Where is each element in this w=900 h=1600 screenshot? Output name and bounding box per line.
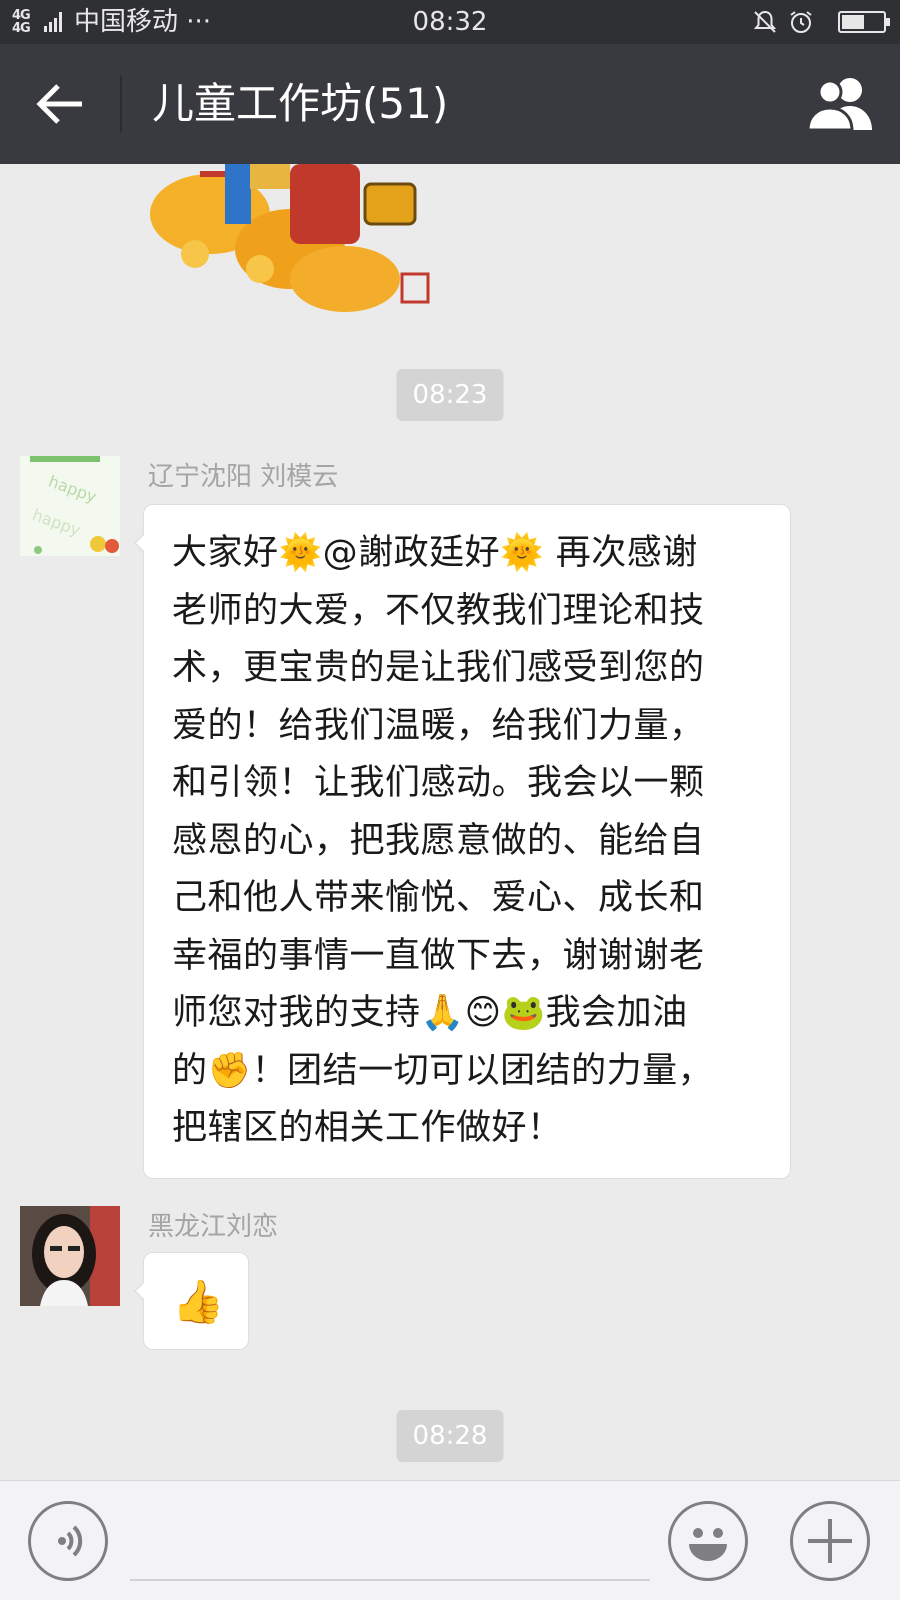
- message-line: 和引领！让我们感动。我会以一颗: [172, 763, 705, 803]
- message-bubble[interactable]: 大家好🌞@謝政廷好🌞 再次感谢 老师的大爱，不仅教我们理论和技 术，更宝贵的是让…: [134, 504, 791, 1179]
- timestamp-pill: 08:23: [396, 369, 504, 421]
- chat-header: 儿童工作坊(51): [0, 44, 900, 164]
- emoji-button[interactable]: [668, 1501, 748, 1581]
- message-input[interactable]: [130, 1579, 650, 1581]
- alarm-icon: [790, 11, 812, 33]
- arrow-left-icon: [36, 84, 82, 124]
- sender-name: 辽宁沈阳 刘模云: [148, 462, 339, 492]
- status-bar: 4G 4G 中国移动 ··· 08:32: [0, 0, 900, 44]
- message-line: 把辖区的相关工作做好！: [172, 1108, 563, 1148]
- input-bar: [0, 1480, 900, 1600]
- avatar-image: [20, 1206, 120, 1306]
- avatar[interactable]: [20, 1206, 120, 1306]
- message-line: 幸福的事情一直做下去，谢谢谢老: [172, 935, 705, 976]
- battery-level: [842, 15, 864, 29]
- mute-bell-icon: [753, 10, 777, 33]
- battery-icon: [838, 11, 890, 33]
- timestamp-pill: 08:28: [396, 1410, 504, 1462]
- chat-title: 儿童工作坊(51): [152, 79, 449, 128]
- group-members-button[interactable]: [804, 72, 876, 136]
- message-line: 老师的大爱，不仅教我们理论和技: [172, 590, 705, 631]
- message-line: 己和他人带来愉悦、爱心、成长和: [172, 878, 705, 918]
- voice-icon: [58, 1525, 83, 1557]
- avatar[interactable]: happy happy: [20, 456, 120, 556]
- status-right: [752, 0, 890, 44]
- sticker-image[interactable]: [140, 164, 440, 324]
- message-bubble[interactable]: 👍: [134, 1252, 249, 1350]
- smiley-icon: [689, 1528, 727, 1561]
- message-line: 感恩的心，把我愿意做的、能给自: [172, 820, 705, 861]
- message-list[interactable]: 08:23 happy happy 辽宁沈阳 刘模云 大家好🌞@謝政廷好🌞 再次…: [0, 164, 900, 1480]
- avatar-image: happy happy: [20, 456, 120, 556]
- message-line: 大家好🌞@謝政廷好🌞 再次感谢: [172, 533, 698, 573]
- group-members-icon: [806, 78, 872, 132]
- message-line: 的✊！团结一切可以团结的力量，: [172, 1050, 714, 1091]
- sender-name: 黑龙江刘恋: [148, 1212, 279, 1242]
- plus-icon: [808, 1519, 852, 1563]
- wechat-group-chat-screen: 4G 4G 中国移动 ··· 08:32 儿童工作坊(51) 08:23 hap…: [0, 0, 900, 1600]
- message-text: 大家好🌞@謝政廷好🌞 再次感谢 老师的大爱，不仅教我们理论和技 术，更宝贵的是让…: [144, 505, 790, 1178]
- message-line: 爱的！给我们温暖，给我们力量，: [172, 705, 705, 746]
- more-button[interactable]: [790, 1501, 870, 1581]
- thumbs-up-icon: 👍: [172, 1277, 225, 1326]
- voice-button[interactable]: [28, 1501, 108, 1581]
- message-line: 术，更宝贵的是让我们感受到您的: [172, 648, 705, 688]
- back-button[interactable]: [30, 74, 90, 134]
- message-line: 师您对我的支持🙏😊🐸我会加油: [172, 993, 688, 1033]
- header-divider: [120, 76, 122, 132]
